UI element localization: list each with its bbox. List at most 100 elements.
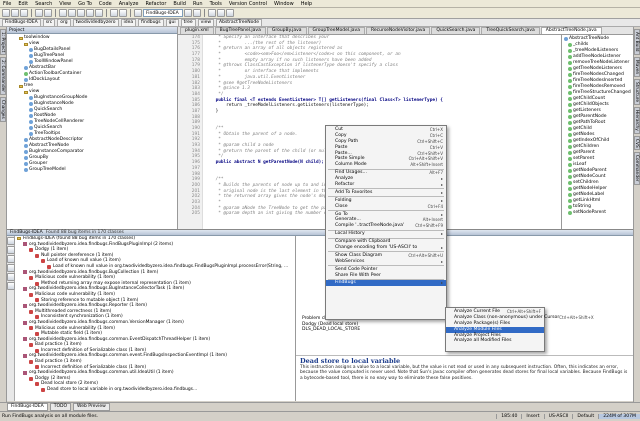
context-menu-item[interactable]: Refactor ▸ <box>326 182 446 188</box>
class-icon <box>23 320 27 325</box>
back-icon[interactable] <box>110 9 118 17</box>
editor-tab[interactable]: plugin.xml <box>180 27 214 34</box>
file-encoding[interactable]: US-ASCII <box>543 414 573 419</box>
breadcrumb-item[interactable]: twodividedbyzero <box>72 18 119 27</box>
project-dropdown[interactable]: Project <box>9 28 24 33</box>
menu-build[interactable]: Build <box>173 1 186 7</box>
menu-code[interactable]: Code <box>99 1 112 7</box>
editor-tab[interactable]: QuickSearch.java <box>431 27 481 34</box>
menu-item-shortcut: Ctrl+Alt+Shift+X <box>559 314 594 320</box>
right-tool-tab[interactable]: Ant Build <box>634 29 640 55</box>
context-menu-item[interactable]: FindBugs ▸ <box>326 280 446 287</box>
menu-search[interactable]: Search <box>35 1 52 7</box>
context-menu-item[interactable]: Close Ctrl+F4 <box>326 204 446 210</box>
caret-position[interactable]: 185:40 <box>496 414 521 419</box>
menu-view[interactable]: View <box>59 1 71 7</box>
breadcrumb-item[interactable]: view <box>197 18 215 27</box>
class-icon <box>24 168 28 172</box>
left-tool-tab[interactable]: 1: Project <box>0 29 6 56</box>
sync-icon[interactable] <box>20 9 28 17</box>
menu-item-label: Analyze all Modified Files <box>454 338 512 344</box>
run-icon[interactable] <box>184 9 192 17</box>
menu-file[interactable]: File <box>3 1 11 7</box>
context-menu-item[interactable]: WebServices ▸ <box>326 259 446 265</box>
right-tool-tab[interactable]: CVS <box>634 135 640 151</box>
editor-tab[interactable]: BugTreePanel.java <box>214 27 266 34</box>
menu-run[interactable]: Run <box>193 1 203 7</box>
filter-icon[interactable] <box>7 282 15 290</box>
tool-window-tab[interactable]: TODO <box>49 403 72 411</box>
run-config-select[interactable]: FindBugs-IDEA <box>143 9 183 17</box>
breadcrumb-item[interactable]: AbstractTreeNode <box>216 18 263 27</box>
breadcrumb-item[interactable]: tree <box>180 18 196 27</box>
editor-tabs: plugin.xml BugTreePanel.java GroupBy.java G… <box>178 27 633 35</box>
structure-icon[interactable] <box>217 9 225 17</box>
insert-mode[interactable]: Insert <box>521 414 543 419</box>
editor-tab[interactable]: GroupTreeModel.java <box>307 27 365 34</box>
right-tool-tab[interactable]: Structure <box>634 78 640 105</box>
keymap-mode[interactable]: Default <box>572 414 598 419</box>
menu-edit[interactable]: Edit <box>18 1 28 7</box>
editor-tab[interactable]: GroupBy.java <box>266 27 307 34</box>
menu-analyze[interactable]: Analyze <box>119 1 139 7</box>
tool-window-tab[interactable]: FindBugs-IDEA <box>7 403 48 411</box>
expand-all-icon[interactable] <box>7 255 15 263</box>
open-icon[interactable] <box>2 9 10 17</box>
menu-tools[interactable]: Tools <box>210 1 222 7</box>
undo-icon[interactable] <box>35 9 43 17</box>
bug-icon <box>29 309 33 314</box>
right-tool-tab[interactable]: Hierarchy <box>634 106 640 134</box>
menu-version-control[interactable]: Version Control <box>229 1 267 7</box>
help-icon[interactable] <box>226 9 234 17</box>
breadcrumb-item[interactable]: gui <box>165 18 179 27</box>
context-menu-item[interactable]: Change encoding from 'US-ASCII' to ▸ <box>326 245 446 251</box>
copy-icon[interactable] <box>68 9 76 17</box>
breadcrumb-item[interactable]: idea <box>120 18 137 27</box>
editor-tab[interactable]: AbstractTreeNode.java <box>540 27 602 34</box>
right-tool-tab[interactable]: Commander <box>634 152 640 185</box>
context-menu-item[interactable]: Compile '..tractTreeNode.java' Ctrl+Shift… <box>326 223 446 229</box>
menu-window[interactable]: Window <box>274 1 294 7</box>
editor-tab[interactable]: TreeQuickSearch.java <box>481 27 540 34</box>
make-icon[interactable] <box>134 9 142 17</box>
context-menu-item[interactable]: Local History ▸ <box>326 231 446 237</box>
left-tool-tab[interactable]: Changes <box>0 97 6 122</box>
cut-icon[interactable] <box>59 9 67 17</box>
right-tool-tab[interactable]: Maven <box>634 56 640 77</box>
context-menu-item[interactable]: Add To Favorites ▸ <box>326 190 446 196</box>
class-icon <box>29 54 33 58</box>
bug-icon <box>35 365 39 370</box>
collapse-all-icon[interactable] <box>7 264 15 272</box>
menu-refactor[interactable]: Refactor <box>145 1 166 7</box>
method-icon <box>568 121 572 125</box>
debug-icon[interactable] <box>193 9 201 17</box>
save-icon[interactable] <box>11 9 19 17</box>
class-icon <box>24 156 28 160</box>
stop-icon[interactable] <box>7 246 15 254</box>
breadcrumb-item[interactable]: FindBugs-IDEA <box>2 18 41 27</box>
memory-indicator[interactable]: 224M of 307M <box>598 414 640 419</box>
group-by-icon[interactable] <box>7 273 15 281</box>
findbugs-submenu-item[interactable]: Analyze all Modified Files <box>446 338 544 344</box>
breadcrumb-item[interactable]: org <box>57 18 71 27</box>
breadcrumb-item[interactable]: src <box>42 18 56 27</box>
replace-icon[interactable] <box>95 9 103 17</box>
structure-item[interactable]: setNodeParent <box>564 210 633 216</box>
breadcrumb-item[interactable]: findbugs <box>138 18 164 27</box>
run-analysis-icon[interactable] <box>7 237 15 245</box>
findbugs-tree-row[interactable]: Dead store to local variable in org.twod… <box>15 387 295 393</box>
find-icon[interactable] <box>86 9 94 17</box>
context-menu-item[interactable]: Share File With Peer <box>326 273 446 279</box>
forward-icon[interactable] <box>119 9 127 17</box>
right-tool-strip: Ant Build Maven Structure Hierarchy CVS Comma… <box>633 27 640 402</box>
project-tree-node[interactable]: GroupTreeModel <box>9 167 177 173</box>
redo-icon[interactable] <box>44 9 52 17</box>
tool-window-tab[interactable]: Web Preview <box>73 403 110 411</box>
context-menu-item[interactable]: Column Mode Alt+Shift+Insert <box>326 162 446 168</box>
editor-tab[interactable]: RecurseNodeVisitor.java <box>365 27 431 34</box>
paste-icon[interactable] <box>77 9 85 17</box>
settings-icon[interactable] <box>208 9 216 17</box>
menu-help[interactable]: Help <box>301 1 312 7</box>
menu-go-to[interactable]: Go To <box>78 1 92 7</box>
left-tool-tab[interactable]: 2: Commander <box>0 57 6 96</box>
